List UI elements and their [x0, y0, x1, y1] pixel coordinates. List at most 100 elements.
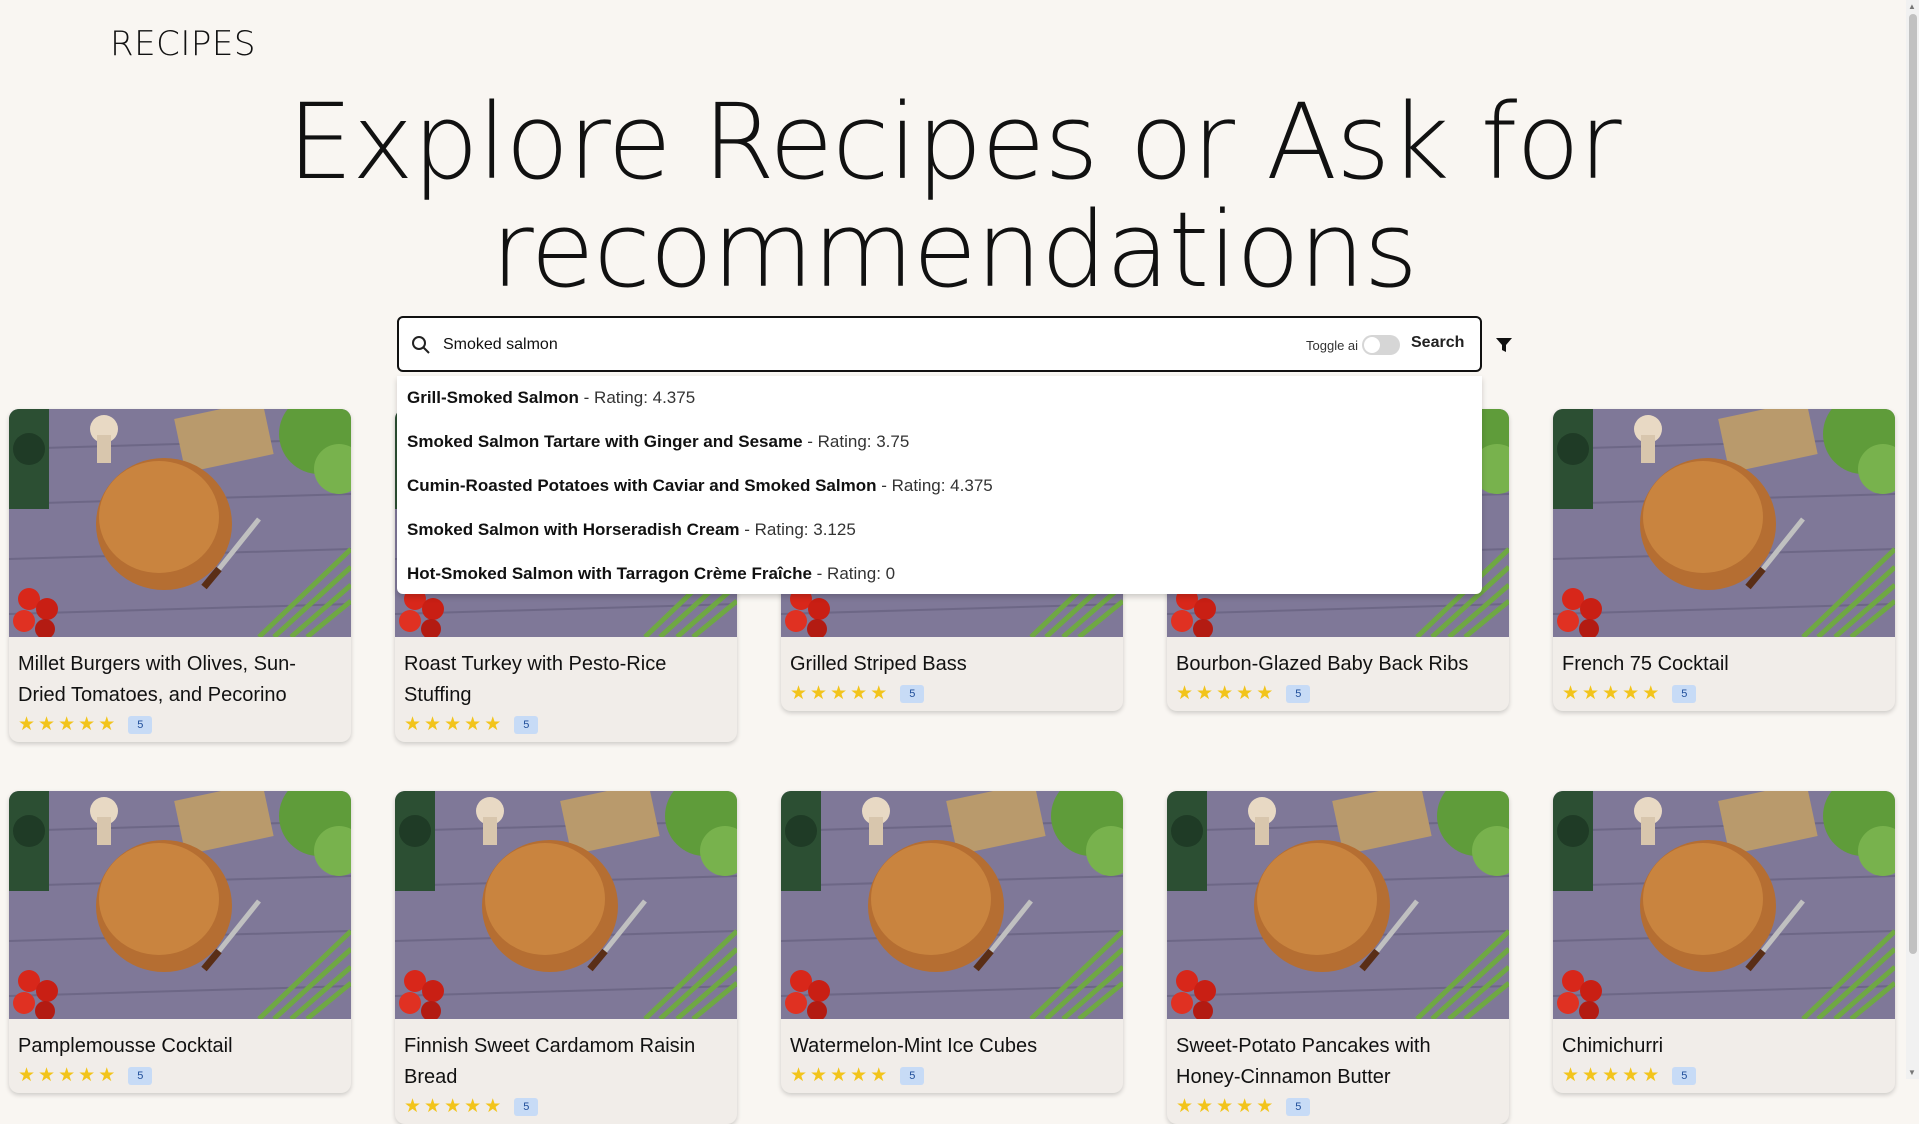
recipe-title: Pamplemousse Cocktail: [18, 1035, 233, 1057]
star-icon: ★: [1602, 1065, 1620, 1086]
star-icon: ★: [1622, 1065, 1640, 1086]
search-bar: Toggle ai Search: [397, 316, 1482, 372]
recipe-rating: ★ ★ ★ ★ ★ 5: [395, 1093, 737, 1124]
star-icon: ★: [810, 683, 828, 704]
star-icon: ★: [830, 683, 848, 704]
recipe-card[interactable]: Watermelon-Mint Ice Cubes ★ ★ ★ ★ ★ 5: [781, 791, 1123, 1093]
star-icon: ★: [38, 1065, 56, 1086]
star-icon: ★: [444, 1096, 462, 1117]
recipe-rating: ★ ★ ★ ★ ★ 5: [1553, 680, 1895, 711]
recipe-title: Finnish Sweet Cardamom Raisin Bread: [404, 1035, 696, 1088]
recipe-title: Roast Turkey with Pesto-Rice Stuffing: [404, 653, 667, 706]
star-icon: ★: [1236, 683, 1254, 704]
recipe-rating: ★ ★ ★ ★ ★ 5: [9, 1062, 351, 1093]
star-icon: ★: [1196, 683, 1214, 704]
suggestion-item[interactable]: Smoked Salmon Tartare with Ginger and Se…: [397, 420, 1482, 464]
recipe-rating: ★ ★ ★ ★ ★ 5: [781, 680, 1123, 711]
recipe-rating: ★ ★ ★ ★ ★ 5: [1553, 1062, 1895, 1093]
star-icon: ★: [1216, 683, 1234, 704]
star-icon: ★: [58, 1065, 76, 1086]
suggestion-item[interactable]: Hot-Smoked Salmon with Tarragon Crème Fr…: [397, 552, 1482, 596]
recipe-card[interactable]: French 75 Cocktail ★ ★ ★ ★ ★ 5: [1553, 409, 1895, 711]
suggestion-item[interactable]: Grill-Smoked Salmon - Rating: 4.375: [397, 376, 1482, 420]
toggle-ai-label: Toggle ai: [1306, 338, 1359, 353]
suggestion-separator: -: [578, 388, 595, 407]
rating-badge: 5: [900, 1066, 925, 1085]
star-icon: ★: [1176, 683, 1194, 704]
star-icon: ★: [1642, 1065, 1660, 1086]
search-input[interactable]: [441, 330, 1295, 360]
rating-badge: 5: [1286, 684, 1311, 703]
search-suggestions-dropdown: Grill-Smoked Salmon - Rating: 4.375 Smoke…: [397, 376, 1482, 594]
star-icon: ★: [870, 1065, 888, 1086]
rating-badge: 5: [128, 715, 153, 734]
suggestion-rating: Rating: 3.75: [817, 432, 910, 451]
star-icon: ★: [404, 1096, 422, 1117]
star-icon: ★: [18, 1065, 36, 1086]
star-icon: ★: [1582, 1065, 1600, 1086]
recipe-card[interactable]: Chimichurri ★ ★ ★ ★ ★ 5: [1553, 791, 1895, 1093]
star-icon: ★: [1562, 1065, 1580, 1086]
recipe-image: [1553, 409, 1895, 637]
recipe-image: [9, 409, 351, 637]
star-icon: ★: [830, 1065, 848, 1086]
recipe-title: Millet Burgers with Olives, Sun-Dried To…: [18, 653, 296, 706]
recipe-title: French 75 Cocktail: [1562, 653, 1729, 675]
recipe-title: Chimichurri: [1562, 1035, 1664, 1057]
recipe-rating: ★ ★ ★ ★ ★ 5: [9, 711, 351, 742]
star-icon: ★: [424, 714, 442, 735]
rating-badge: 5: [900, 684, 925, 703]
suggestion-rating: Rating: 3.125: [754, 520, 856, 539]
star-icon: ★: [18, 714, 36, 735]
recipe-card[interactable]: Pamplemousse Cocktail ★ ★ ★ ★ ★ 5: [9, 791, 351, 1093]
scrollbar-thumb[interactable]: [1909, 14, 1917, 954]
page-scrollbar[interactable]: ▲ ▼: [1906, 0, 1919, 1079]
star-icon: ★: [850, 1065, 868, 1086]
recipe-image: [1553, 791, 1895, 1019]
scroll-up-arrow-icon[interactable]: ▲: [1908, 2, 1916, 11]
recipe-card[interactable]: Millet Burgers with Olives, Sun-Dried To…: [9, 409, 351, 742]
star-icon: ★: [1562, 683, 1580, 704]
recipe-title: Bourbon-Glazed Baby Back Ribs: [1176, 653, 1469, 675]
star-icon: ★: [98, 1065, 116, 1086]
star-icon: ★: [1196, 1096, 1214, 1117]
search-icon: [412, 336, 430, 354]
star-icon: ★: [850, 683, 868, 704]
suggestion-separator: -: [739, 520, 755, 539]
recipe-image: [395, 791, 737, 1019]
recipe-rating: ★ ★ ★ ★ ★ 5: [1167, 1093, 1509, 1124]
star-icon: ★: [1176, 1096, 1194, 1117]
star-icon: ★: [78, 714, 96, 735]
scroll-down-arrow-icon[interactable]: ▼: [1908, 1068, 1916, 1077]
recipe-image: [9, 791, 351, 1019]
recipe-card[interactable]: Sweet-Potato Pancakes with Honey-Cinnamo…: [1167, 791, 1509, 1124]
recipe-card[interactable]: Finnish Sweet Cardamom Raisin Bread ★ ★ ★ ★ ★…: [395, 791, 737, 1124]
star-icon: ★: [1256, 683, 1274, 704]
recipe-rating: ★ ★ ★ ★ ★ 5: [395, 711, 737, 742]
star-icon: ★: [1642, 683, 1660, 704]
star-icon: ★: [98, 714, 116, 735]
suggestion-item[interactable]: Smoked Salmon with Horseradish Cream - R…: [397, 508, 1482, 552]
suggestion-item[interactable]: Cumin-Roasted Potatoes with Caviar and S…: [397, 464, 1482, 508]
ai-toggle-switch[interactable]: [1362, 335, 1400, 355]
toggle-knob: [1364, 337, 1380, 353]
suggestion-name: Smoked Salmon Tartare with Ginger and Se…: [407, 432, 803, 451]
suggestion-rating: Rating: 4.375: [891, 476, 993, 495]
star-icon: ★: [484, 714, 502, 735]
rating-badge: 5: [1672, 1066, 1697, 1085]
star-icon: ★: [484, 1096, 502, 1117]
brand-logo[interactable]: RECIPES: [110, 24, 256, 64]
rating-badge: 5: [1286, 1097, 1311, 1116]
star-icon: ★: [464, 714, 482, 735]
suggestion-name: Cumin-Roasted Potatoes with Caviar and S…: [407, 476, 877, 495]
star-icon: ★: [1622, 683, 1640, 704]
filter-icon[interactable]: [1495, 336, 1513, 354]
star-icon: ★: [444, 714, 462, 735]
recipe-rating: ★ ★ ★ ★ ★ 5: [781, 1062, 1123, 1093]
suggestion-name: Smoked Salmon with Horseradish Cream: [407, 520, 740, 539]
star-icon: ★: [1582, 683, 1600, 704]
recipe-rating: ★ ★ ★ ★ ★ 5: [1167, 680, 1509, 711]
star-icon: ★: [58, 714, 76, 735]
suggestion-rating: Rating: 0: [827, 564, 896, 583]
search-button[interactable]: Search: [1411, 334, 1464, 352]
